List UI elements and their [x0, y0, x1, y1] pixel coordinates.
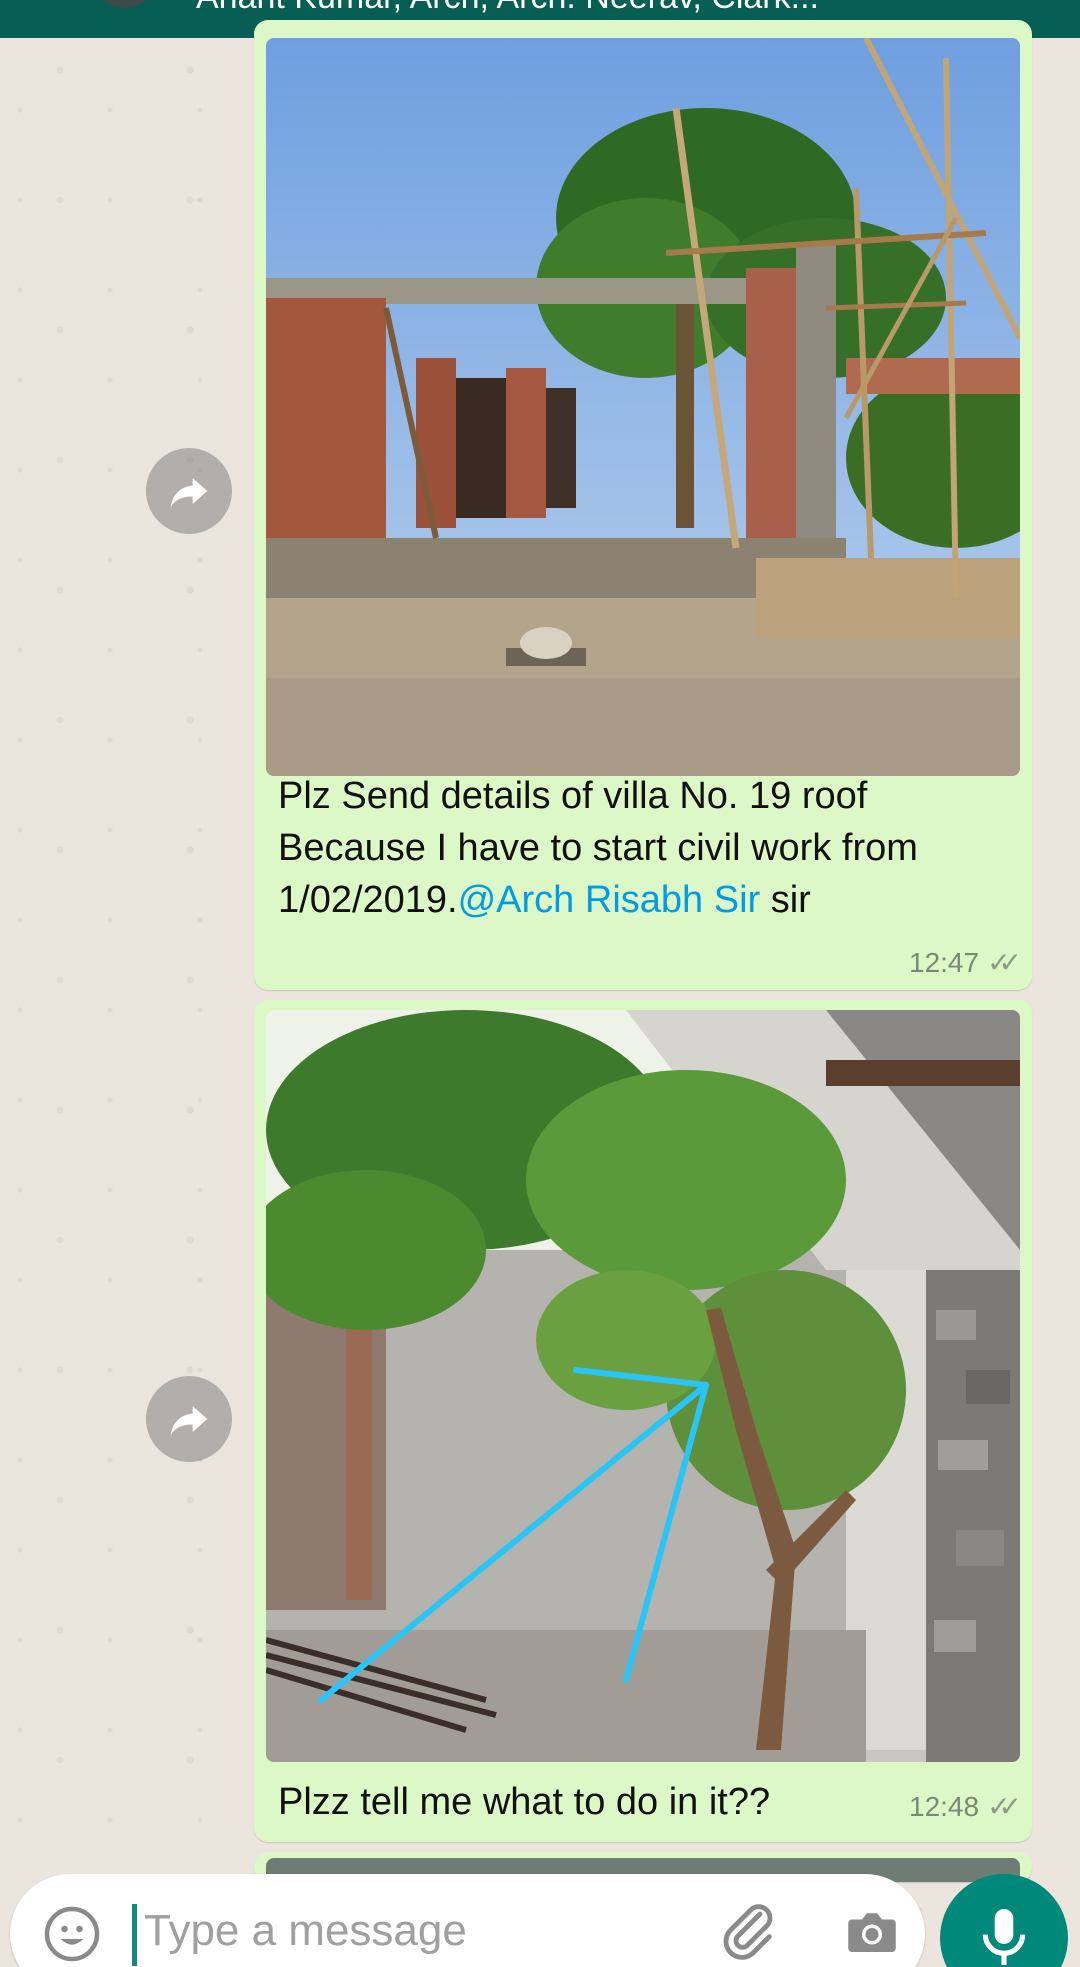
group-avatar[interactable]	[92, 0, 158, 8]
message-bubble[interactable]: Plz Send details of villa No. 19 roof Be…	[254, 20, 1032, 990]
message-bubble[interactable]: Plzz tell me what to do in it?? 12:48 ✓✓	[254, 1000, 1032, 1842]
tree-in-courtyard-photo[interactable]	[266, 1010, 1020, 1762]
group-members-subtitle: Anant Kumar, Arch, Arch. Neerav, Clark..…	[196, 0, 819, 17]
mic-icon	[982, 1909, 1026, 1965]
caption-text-suffix: sir	[760, 879, 811, 921]
double-check-icon: ✓✓	[987, 947, 1022, 978]
message-caption: Plz Send details of villa No. 19 roof Be…	[278, 770, 1018, 926]
message-time: 12:48	[909, 1790, 980, 1822]
message-caption: Plzz tell me what to do in it??	[278, 1781, 771, 1823]
attach-icon[interactable]	[716, 1898, 780, 1962]
message-input[interactable]	[144, 1896, 544, 1966]
message-meta: 12:47 ✓✓	[909, 946, 1022, 979]
forward-icon	[170, 1406, 208, 1436]
text-cursor	[132, 1904, 137, 1966]
forward-button[interactable]	[146, 1376, 232, 1462]
message-composer	[10, 1874, 925, 1967]
forward-button[interactable]	[146, 448, 232, 534]
mic-button[interactable]	[940, 1874, 1068, 1967]
message-time: 12:47	[909, 946, 980, 978]
construction-site-photo[interactable]	[266, 38, 1020, 776]
forward-icon	[170, 478, 208, 508]
message-meta: 12:48 ✓✓	[909, 1790, 1022, 1823]
emoji-icon[interactable]	[42, 1904, 102, 1964]
camera-icon[interactable]	[842, 1902, 902, 1962]
mention-link[interactable]: @Arch Risabh Sir	[458, 879, 761, 921]
double-check-icon: ✓✓	[987, 1791, 1022, 1822]
